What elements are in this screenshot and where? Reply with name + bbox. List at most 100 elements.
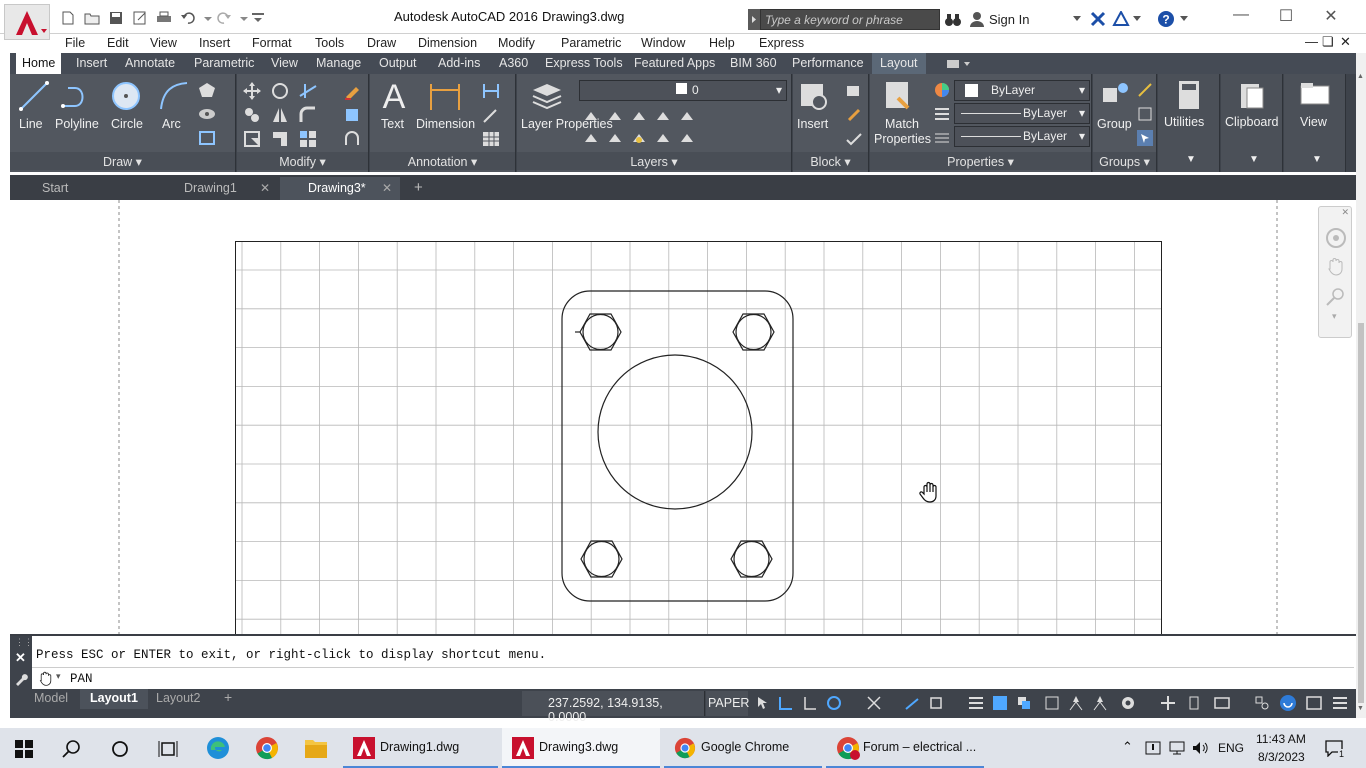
scale-icon[interactable]: [271, 130, 289, 148]
block-panel-title[interactable]: Block ▾: [793, 152, 868, 170]
minimize-button[interactable]: —: [1230, 6, 1252, 26]
chevron-down-icon[interactable]: [1133, 16, 1141, 22]
redo-icon[interactable]: [216, 11, 232, 25]
menu-insert[interactable]: Insert: [199, 36, 230, 50]
menu-parametric[interactable]: Parametric: [561, 36, 621, 50]
taskbar-forum-chrome[interactable]: Forum – electrical ...: [826, 728, 984, 768]
infer-constraints-icon[interactable]: [778, 695, 794, 711]
edge-browser-icon[interactable]: [206, 736, 230, 760]
erase-icon[interactable]: [343, 82, 361, 100]
hardware-acceleration-icon[interactable]: [1214, 695, 1230, 711]
cortana-icon[interactable]: [110, 739, 130, 759]
tab-add-ins[interactable]: Add-ins: [438, 56, 480, 70]
tab-parametric[interactable]: Parametric: [194, 56, 254, 70]
layout-viewport[interactable]: [10, 200, 1356, 634]
layout-tab-model[interactable]: Model: [24, 689, 78, 709]
close-icon[interactable]: ✕: [260, 181, 270, 195]
annotation-panel-title[interactable]: Annotation ▾: [370, 152, 515, 170]
menu-draw[interactable]: Draw: [367, 36, 396, 50]
close-icon[interactable]: ✕: [382, 181, 392, 195]
match-properties-button[interactable]: Match Properties: [874, 117, 931, 147]
snap-icon[interactable]: [754, 695, 770, 711]
zoom-extents-icon[interactable]: [1325, 285, 1347, 307]
utilities-panel[interactable]: Utilities ▼: [1158, 74, 1220, 172]
chevron-down-icon[interactable]: ▼: [1357, 705, 1364, 712]
chevron-down-icon[interactable]: ▾: [56, 671, 61, 682]
menu-help[interactable]: Help: [709, 36, 735, 50]
object-snap-icon[interactable]: [928, 695, 944, 711]
tab-bim-360[interactable]: BIM 360: [730, 56, 777, 70]
file-explorer-icon[interactable]: [304, 737, 328, 759]
chevron-down-icon[interactable]: ▾: [1332, 311, 1337, 322]
ortho-icon[interactable]: [802, 695, 818, 711]
menu-window[interactable]: Window: [641, 36, 685, 50]
polar-tracking-icon[interactable]: [826, 695, 842, 711]
viewport-frame[interactable]: [235, 241, 1162, 635]
tab-annotate[interactable]: Annotate: [125, 56, 175, 70]
chevron-down-icon[interactable]: [1180, 16, 1188, 22]
tab-featured-apps[interactable]: Featured Apps: [634, 56, 715, 70]
search-expand-button[interactable]: [748, 9, 760, 30]
application-menu-button[interactable]: [4, 4, 50, 40]
isolate-objects-icon[interactable]: [1254, 695, 1270, 711]
tab-layout[interactable]: Layout: [872, 53, 926, 74]
coordinates-display[interactable]: 237.2592, 134.9135, 0.0000: [522, 691, 705, 724]
menu-dimension[interactable]: Dimension: [418, 36, 477, 50]
close-icon[interactable]: ✕: [1341, 207, 1349, 218]
menu-tools[interactable]: Tools: [315, 36, 344, 50]
layer-tools-row2-icon[interactable]: [583, 130, 703, 146]
tab-output[interactable]: Output: [379, 56, 417, 70]
autodesk-360-icon[interactable]: [1112, 11, 1130, 27]
clock-time[interactable]: 11:43 AM: [1256, 732, 1306, 746]
layout-tab-layout2[interactable]: Layout2: [146, 689, 210, 709]
grip-icon[interactable]: ⋮⋮: [15, 637, 33, 648]
open-icon[interactable]: [84, 11, 100, 25]
tab-a360[interactable]: A360: [499, 56, 528, 70]
explode-icon[interactable]: [343, 106, 361, 124]
security-icon[interactable]: [1144, 740, 1162, 756]
fullscreen-icon[interactable]: [1306, 695, 1322, 711]
layer-dropdown[interactable]: 0 ▾: [579, 80, 787, 101]
rectangle-polygon-icon[interactable]: [198, 82, 216, 98]
group-edit-icon[interactable]: [1137, 106, 1153, 122]
tab-insert[interactable]: Insert: [76, 56, 107, 70]
doc-minimize-button[interactable]: —: [1305, 34, 1318, 49]
task-view-icon[interactable]: [158, 739, 178, 759]
plot-icon[interactable]: [156, 11, 172, 25]
clean-screen-icon[interactable]: [1280, 695, 1296, 711]
file-tab-drawing3[interactable]: Drawing3* ✕: [280, 177, 400, 200]
chevron-up-icon[interactable]: ⌃: [1122, 739, 1133, 755]
file-tab-start[interactable]: Start: [14, 177, 154, 200]
file-tab-drawing1[interactable]: Drawing1 ✕: [156, 177, 278, 200]
table-icon[interactable]: [482, 130, 500, 148]
taskbar-drawing3[interactable]: Drawing3.dwg: [502, 728, 660, 768]
customize-qat-icon[interactable]: [250, 11, 266, 25]
multileader-icon[interactable]: [482, 106, 500, 124]
layer-tools-row1-icon[interactable]: [583, 108, 703, 124]
clock-date[interactable]: 8/3/2023: [1258, 750, 1305, 764]
insert-button[interactable]: Insert: [797, 117, 828, 131]
lineweight-dropdown[interactable]: ByLayer ▾: [954, 103, 1090, 124]
chrome-icon[interactable]: [255, 736, 279, 760]
edit-attributes-icon[interactable]: [845, 130, 863, 148]
stretch-icon[interactable]: [243, 130, 261, 148]
volume-icon[interactable]: [1191, 740, 1209, 756]
clipboard-panel[interactable]: Clipboard ▼: [1221, 74, 1283, 172]
rotate-icon[interactable]: [271, 82, 289, 100]
ribbon-minimize-icon[interactable]: [946, 57, 972, 71]
new-tab-button[interactable]: +: [406, 177, 432, 200]
command-input[interactable]: ▾ PAN: [32, 667, 1354, 689]
array-icon[interactable]: [299, 130, 317, 148]
new-icon[interactable]: [60, 11, 76, 25]
layout-tab-layout1[interactable]: Layout1: [80, 689, 148, 709]
pan-icon[interactable]: [1326, 257, 1346, 277]
input-language[interactable]: ENG: [1218, 741, 1244, 755]
group-button[interactable]: Group: [1097, 117, 1132, 131]
search-icon[interactable]: [62, 739, 82, 759]
menu-modify[interactable]: Modify: [498, 36, 535, 50]
binoculars-icon[interactable]: [944, 12, 962, 28]
units-icon[interactable]: [1186, 695, 1202, 711]
menu-express[interactable]: Express: [759, 36, 804, 50]
lineweight-toggle-icon[interactable]: [968, 695, 984, 711]
window-scrollbar[interactable]: ▲ ▼: [1356, 53, 1366, 718]
